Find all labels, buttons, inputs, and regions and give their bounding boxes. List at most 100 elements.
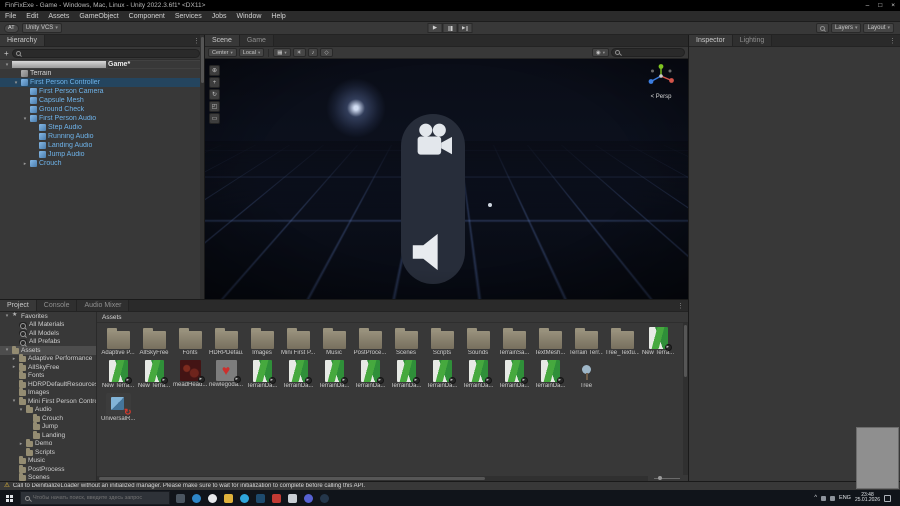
taskbar-app-icon[interactable] [284, 490, 300, 506]
folder-tree-item[interactable]: Crouch [0, 413, 96, 423]
tray-status-icon[interactable] [821, 495, 827, 501]
asset-item[interactable]: TextMesh... [532, 327, 568, 356]
asset-item[interactable]: TerrainSa... [496, 327, 532, 356]
project-tab[interactable]: Audio Mixer [77, 300, 130, 311]
taskbar-app-icon[interactable] [236, 490, 252, 506]
hierarchy-item[interactable]: ▸ Crouch [0, 159, 204, 168]
taskbar-app-icon[interactable] [316, 490, 332, 506]
hierarchy-item[interactable]: Terrain [0, 69, 204, 78]
scene-search[interactable] [611, 48, 685, 57]
tab-hierarchy[interactable]: Hierarchy [0, 35, 45, 46]
move-tool-icon[interactable]: + [209, 77, 220, 88]
expand-arrow-icon[interactable]: ▾ [4, 313, 10, 319]
version-control-dropdown[interactable]: Unity VCS [21, 23, 62, 33]
hierarchy-item[interactable]: First Person Camera [0, 87, 204, 96]
folder-tree-item[interactable]: Images [0, 388, 96, 398]
close-button[interactable]: × [891, 2, 895, 9]
lighting-toggle-button[interactable]: ☀ [292, 48, 306, 57]
project-tab[interactable]: Project [0, 300, 37, 311]
taskbar-app-icon[interactable] [172, 490, 188, 506]
asset-item[interactable]: Scenes [388, 327, 424, 356]
expand-arrow-icon[interactable]: ▸ [22, 161, 28, 167]
asset-item[interactable]: New Terra... [640, 327, 676, 356]
hierarchy-search-input[interactable] [23, 50, 196, 56]
pause-button[interactable] [442, 23, 458, 33]
expand-badge-icon[interactable] [340, 377, 348, 384]
orientation-dropdown[interactable]: Local [238, 48, 265, 57]
asset-item[interactable]: New Terra... [136, 360, 172, 389]
layers-dropdown[interactable]: Layers [830, 23, 862, 33]
perspective-label[interactable]: < Persp [644, 94, 678, 100]
inspector-tab[interactable]: Lighting [732, 35, 773, 46]
taskbar-search-input[interactable] [33, 495, 165, 501]
menu-item[interactable]: Component [124, 13, 170, 20]
inspector-tab[interactable]: Inspector [689, 35, 733, 46]
expand-badge-icon[interactable] [484, 377, 492, 384]
hierarchy-item[interactable]: ▾ First Person Audio [0, 114, 204, 123]
grid-horizontal-scrollbar[interactable] [97, 476, 648, 481]
hierarchy-search[interactable] [11, 48, 200, 58]
folder-tree-item[interactable]: ▾ Mini First Person Controls [0, 396, 96, 406]
asset-item[interactable]: TerrainDa... [460, 360, 496, 389]
taskbar-app-icon[interactable] [300, 490, 316, 506]
asset-item[interactable]: Sounds [460, 327, 496, 356]
expand-arrow-icon[interactable]: ▾ [18, 407, 24, 413]
asset-item[interactable]: Scripts [424, 327, 460, 356]
expand-badge-icon[interactable] [448, 377, 456, 384]
folder-tree-item[interactable]: ▸ Demo [0, 439, 96, 449]
tray-status-icon[interactable] [830, 495, 836, 501]
account-button[interactable]: AT [4, 23, 19, 33]
expand-arrow-icon[interactable]: ▾ [11, 398, 17, 404]
folder-tree-item[interactable]: PostProcess [0, 464, 96, 474]
menu-item[interactable]: Edit [21, 13, 43, 20]
gizmos-dropdown[interactable]: ◉ [591, 48, 609, 57]
panel-menu-icon[interactable]: ⋮ [673, 300, 688, 311]
folder-tree-item[interactable]: All Models [0, 329, 96, 338]
folder-tree-item[interactable]: Jump [0, 422, 96, 432]
expand-badge-icon[interactable] [124, 377, 132, 384]
asset-item[interactable]: TerrainDa... [424, 360, 460, 389]
asset-item[interactable]: Mini First P... [280, 327, 316, 356]
asset-item[interactable]: TerrainDa... [496, 360, 532, 389]
taskbar-clock[interactable]: 23:48 25.01.2026 [855, 492, 880, 504]
start-button[interactable] [0, 490, 18, 506]
asset-item[interactable]: TerrainDa... [352, 360, 388, 389]
folder-tree-item[interactable]: ▸ AllSkyFree [0, 362, 96, 372]
hierarchy-item[interactable]: ▾ First Person Controller [0, 78, 204, 87]
expand-arrow-icon[interactable]: ▸ [18, 441, 24, 447]
hierarchy-item[interactable]: Capsule Mesh [0, 96, 204, 105]
icon-size-slider[interactable] [654, 476, 680, 480]
expand-arrow-icon[interactable]: ▾ [4, 347, 10, 353]
folder-tree-item[interactable]: ▾ Favorites [0, 312, 96, 321]
expand-badge-icon[interactable] [664, 344, 672, 351]
tray-expand-icon[interactable]: ^ [814, 495, 817, 501]
minimize-button[interactable]: – [866, 2, 870, 9]
folder-tree-item[interactable]: Landing [0, 430, 96, 440]
audio-toggle-button[interactable]: ♪ [307, 48, 319, 57]
taskbar-app-icon[interactable] [204, 490, 220, 506]
menu-item[interactable]: GameObject [74, 13, 123, 20]
taskbar-app-icon[interactable] [220, 490, 236, 506]
panel-menu-icon[interactable]: ⋮ [885, 35, 900, 46]
menu-item[interactable]: Window [232, 13, 267, 20]
breadcrumb-label[interactable]: Assets [102, 314, 122, 321]
hierarchy-item[interactable]: ▾ Game* [0, 60, 204, 69]
console-status-message[interactable]: Call to DeinitializeLoader without an in… [13, 483, 365, 489]
expand-badge-icon[interactable] [412, 377, 420, 384]
effects-toggle-button[interactable]: ◇ [320, 48, 333, 57]
maximize-button[interactable]: □ [878, 2, 882, 9]
grid-visibility-button[interactable]: ▦ [273, 48, 291, 57]
folder-tree-item[interactable]: ▾ Assets [0, 345, 96, 355]
asset-item[interactable]: meadHead... [172, 360, 208, 389]
language-indicator[interactable]: ENG [839, 495, 851, 501]
view-tool-icon[interactable]: ⊕ [209, 65, 220, 76]
hierarchy-scrollbar[interactable] [200, 35, 204, 299]
taskbar-search[interactable] [20, 491, 170, 505]
expand-arrow-icon[interactable]: ▾ [4, 62, 10, 68]
expand-arrow-icon[interactable]: ▾ [13, 80, 19, 86]
menu-item[interactable]: File [0, 13, 21, 20]
play-button[interactable]: ▶ [427, 23, 443, 33]
folder-tree-item[interactable]: All Prefabs [0, 338, 96, 347]
hierarchy-item[interactable]: Step Audio [0, 123, 204, 132]
scene-viewport[interactable]: ⊕ + ↻ ◰ ▭ < Persp [205, 59, 688, 299]
